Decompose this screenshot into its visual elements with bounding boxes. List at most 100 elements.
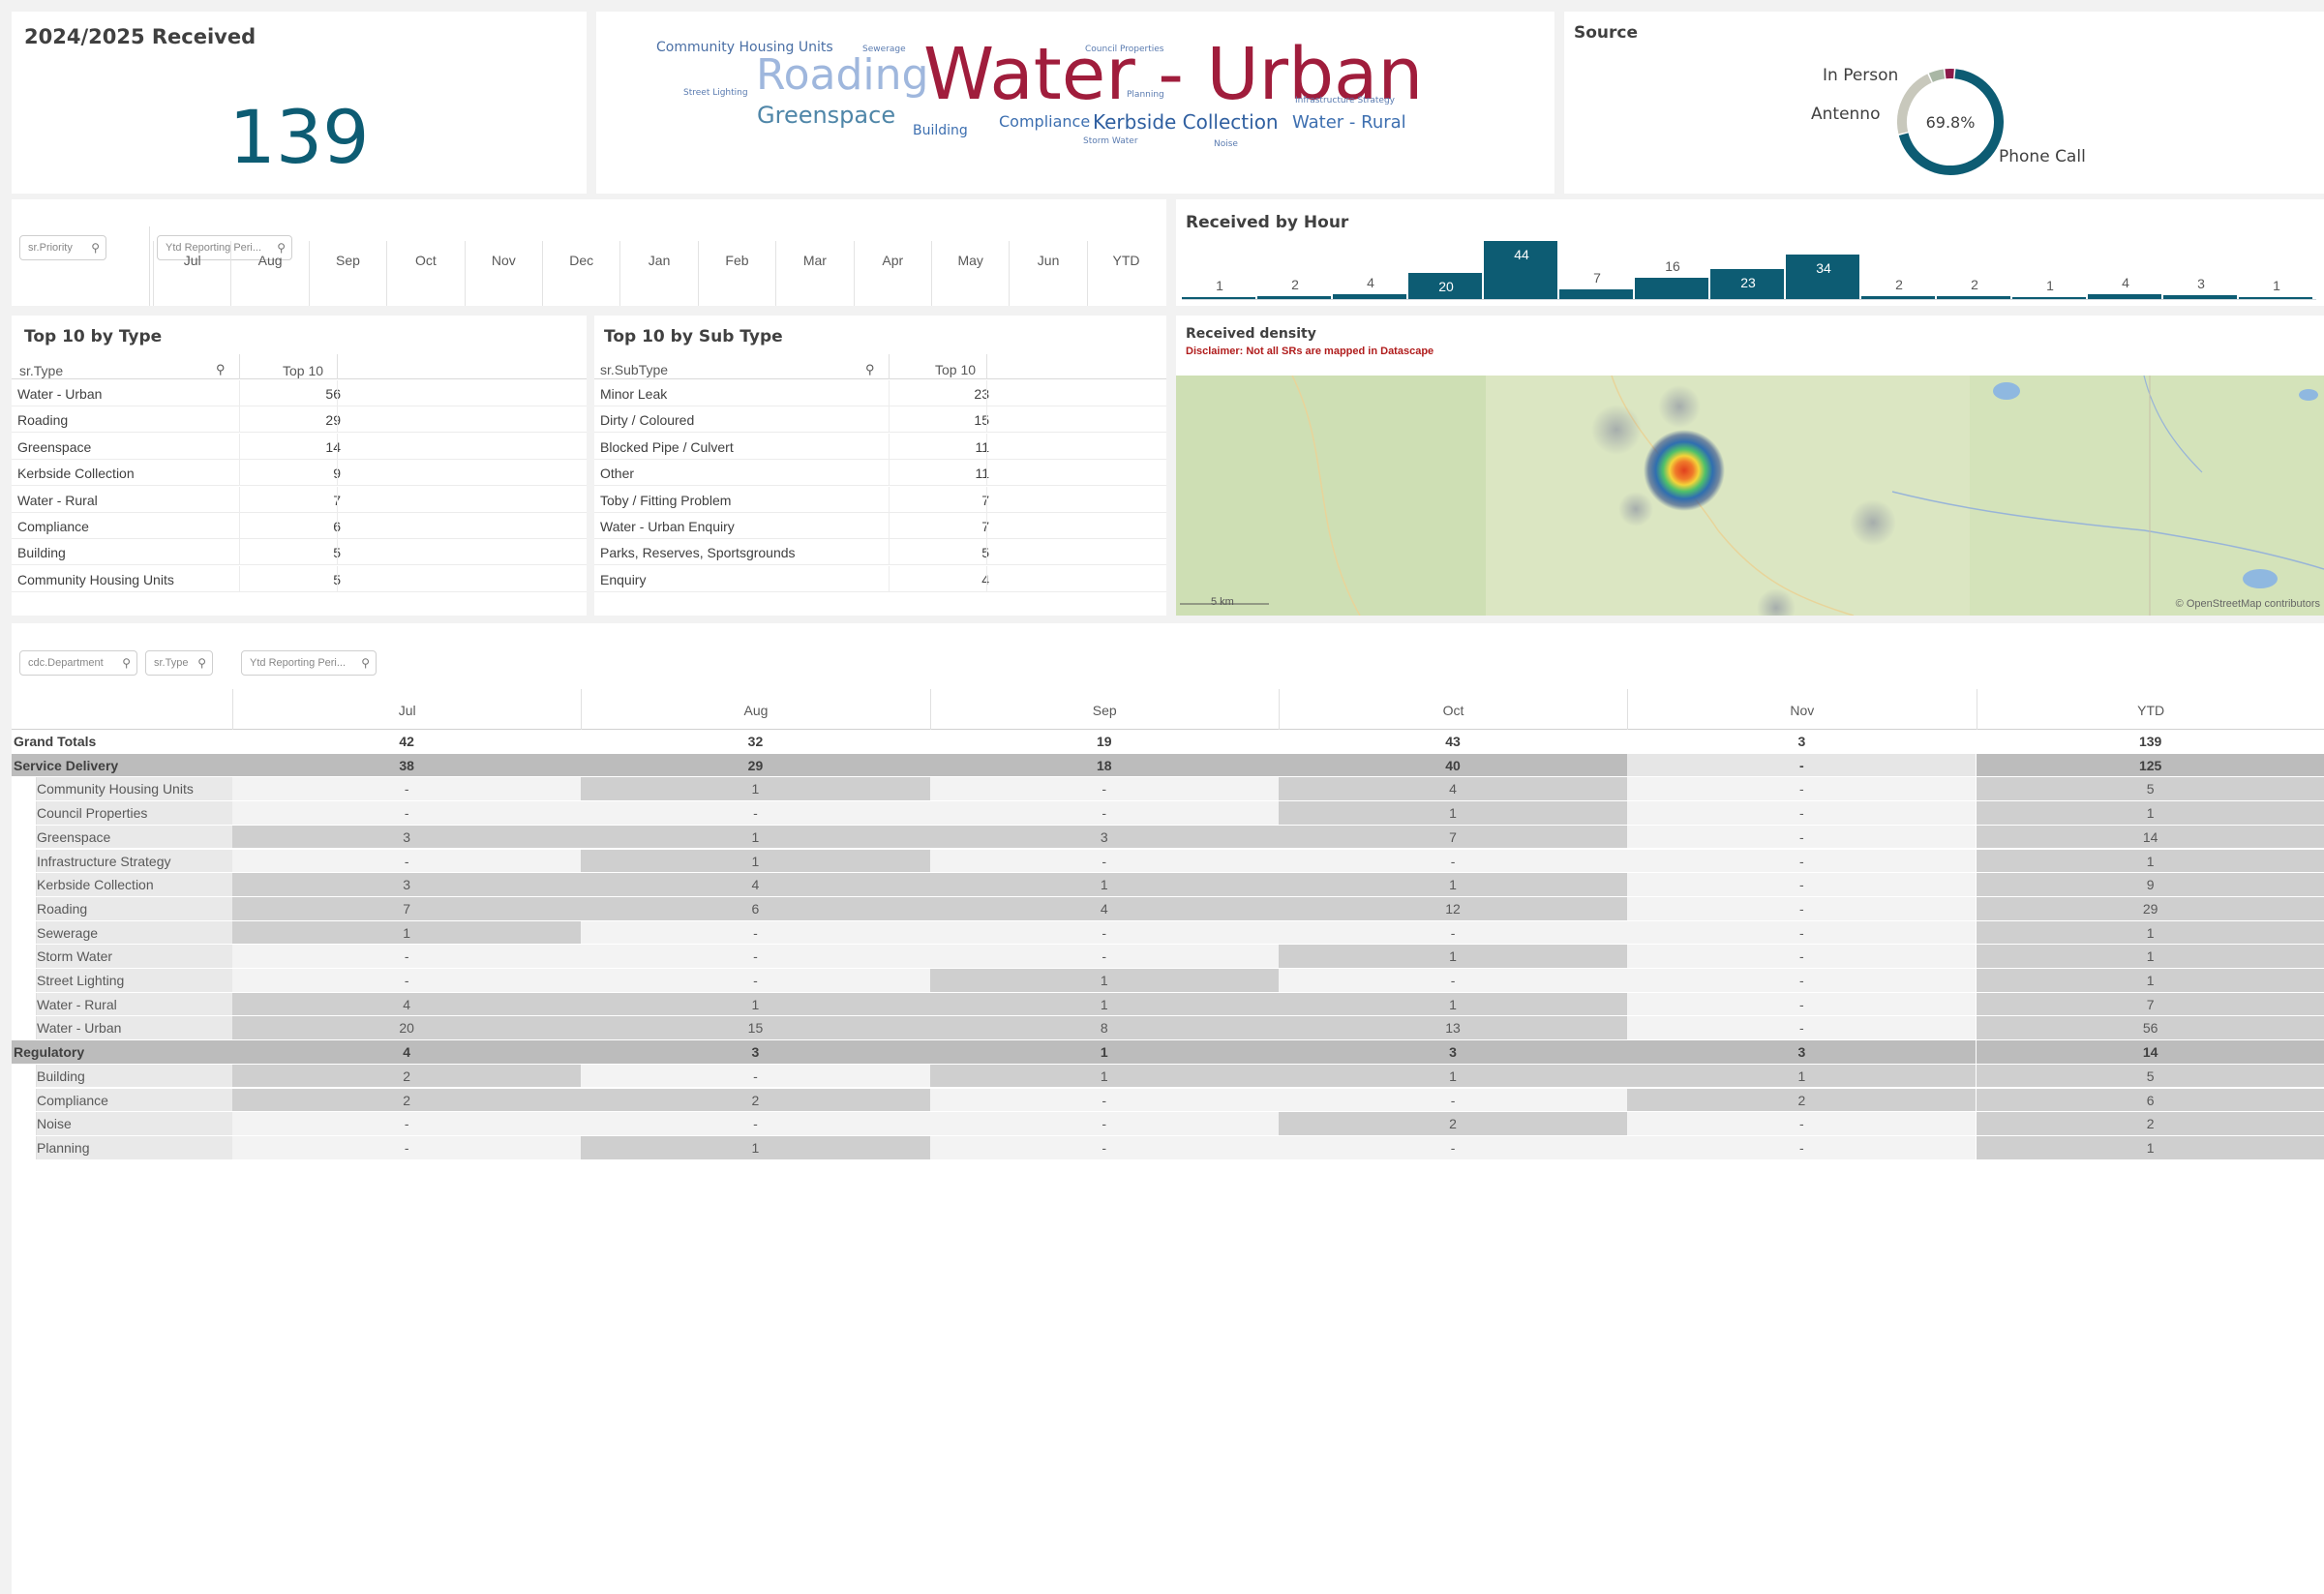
pivot-cell[interactable]: 7 — [232, 896, 582, 921]
top10-type-panel[interactable]: Top 10 by Type sr.Type ⚲ Top 10 Water - … — [12, 316, 587, 616]
pivot-cell[interactable]: - — [1627, 777, 1977, 802]
top10-row[interactable]: Roading 29 — [12, 406, 587, 434]
top10-row[interactable]: Greenspace 14 — [12, 433, 587, 460]
pivot-cell[interactable]: 1 — [929, 873, 1279, 897]
pivot-cell[interactable]: 5 — [1976, 1064, 2324, 1089]
pivot-cell[interactable]: 1 — [1976, 1135, 2324, 1160]
pivot-panel[interactable]: cdc.Department ⚲ sr.Type ⚲ Ytd Reporting… — [12, 623, 2324, 1594]
pivot-cell[interactable]: 8 — [929, 1016, 1279, 1041]
pivot-cell[interactable]: 14 — [1976, 825, 2324, 850]
pivot-cell[interactable]: 1 — [1976, 801, 2324, 826]
pivot-cell[interactable]: 2 — [1278, 1112, 1628, 1136]
word-cloud-word[interactable]: Compliance — [999, 114, 1090, 130]
top10-type-col-name[interactable]: sr.Type — [19, 363, 63, 378]
month-option[interactable]: Jun — [1009, 241, 1086, 306]
pivot-row[interactable]: Storm Water - - -1-1 — [12, 945, 2324, 969]
pivot-cell[interactable]: 1 — [1278, 945, 1628, 969]
top10-row[interactable]: Toby / Fitting Problem 7 — [594, 486, 1166, 513]
pivot-cell[interactable]: - — [1278, 969, 1628, 993]
pivot-row[interactable]: Building 2-1 1 1 5 — [12, 1064, 2324, 1089]
pivot-column-header[interactable]: Nov — [1627, 689, 1976, 730]
top10-row[interactable]: Kerbside Collection9 — [12, 460, 587, 487]
pivot-cell[interactable]: 4 — [232, 1040, 582, 1065]
pivot-cell[interactable]: 1 — [581, 992, 930, 1017]
pivot-cell[interactable]: - — [929, 945, 1279, 969]
pivot-cell[interactable]: 3 — [1627, 730, 1977, 754]
pivot-cell[interactable]: 32 — [581, 730, 930, 754]
pivot-cell[interactable]: 4 — [1278, 777, 1628, 802]
pivot-cell[interactable]: 7 — [1278, 825, 1628, 850]
pivot-cell[interactable]: - — [232, 1135, 582, 1160]
pivot-cell[interactable]: - — [1278, 1135, 1628, 1160]
top10-row[interactable]: Community Housing Units5 — [12, 565, 587, 592]
pivot-cell[interactable]: - — [581, 1064, 930, 1089]
month-selector[interactable]: Jul Aug Sep Oct Nov Dec Jan Feb Mar Apr May Jun YTD — [153, 241, 1164, 306]
pivot-cell[interactable]: 3 — [232, 825, 582, 850]
pivot-row[interactable]: Infrastructure Strategy -1- - -1 — [12, 849, 2324, 874]
pivot-cell[interactable]: 15 — [581, 1016, 930, 1041]
pivot-cell[interactable]: 2 — [232, 1064, 582, 1089]
pivot-row[interactable]: Community Housing Units -1-4-5 — [12, 777, 2324, 802]
pivot-row[interactable]: Water - Rural 4 1 1 1-7 — [12, 992, 2324, 1017]
pivot-row[interactable]: Noise - - -2-2 — [12, 1112, 2324, 1136]
pivot-column-header[interactable]: Aug — [581, 689, 929, 730]
word-cloud-word[interactable]: Roading — [756, 54, 928, 97]
word-cloud-word[interactable]: Building — [913, 124, 968, 137]
pivot-cell[interactable]: 1 — [1976, 849, 2324, 874]
pivot-row[interactable]: Kerbside Collection 3 4 1 1-9 — [12, 873, 2324, 897]
top10-row[interactable]: Parks, Reserves, Sportsgrounds 5 — [594, 539, 1166, 566]
pivot-cell[interactable]: - — [1627, 801, 1977, 826]
word-cloud-word[interactable]: Greenspace — [757, 104, 895, 127]
pivot-cell[interactable]: - — [1627, 945, 1977, 969]
pivot-cell[interactable]: - — [1627, 1135, 1977, 1160]
pivot-cell[interactable]: - — [1627, 969, 1977, 993]
pivot-cell[interactable]: - — [929, 1135, 1279, 1160]
pivot-cell[interactable]: 9 — [1976, 873, 2324, 897]
pivot-cell[interactable]: 20 — [232, 1016, 582, 1041]
month-option[interactable]: May — [931, 241, 1009, 306]
pivot-cell[interactable]: 38 — [232, 753, 582, 778]
pivot-cell[interactable]: - — [929, 801, 1279, 826]
month-option[interactable]: YTD — [1086, 241, 1164, 306]
pivot-cell[interactable]: 1 — [1278, 801, 1628, 826]
pivot-cell[interactable]: 139 — [1976, 730, 2324, 754]
month-option[interactable]: Oct — [386, 241, 464, 306]
pivot-cell[interactable]: 19 — [929, 730, 1279, 754]
pivot-cell[interactable]: 1 — [1278, 873, 1628, 897]
pivot-cell[interactable]: 1 — [1976, 920, 2324, 946]
reporting-period-filter-2[interactable]: Ytd Reporting Peri... ⚲ — [241, 650, 377, 676]
pivot-cell[interactable]: 1 — [1976, 969, 2324, 993]
word-cloud-word[interactable]: Water - Rural — [1292, 114, 1406, 132]
word-cloud-word[interactable]: Planning — [1127, 91, 1164, 100]
pivot-cell[interactable]: 1 — [581, 825, 930, 850]
department-filter[interactable]: cdc.Department ⚲ — [19, 650, 137, 676]
top10-row[interactable]: Other 11 — [594, 460, 1166, 487]
pivot-cell[interactable]: 3 — [232, 873, 582, 897]
pivot-cell[interactable]: 2 — [232, 1088, 582, 1113]
priority-filter[interactable]: sr.Priority ⚲ — [19, 235, 106, 260]
pivot-row[interactable]: Greenspace 3 1 3 7-14 — [12, 825, 2324, 850]
top10-row[interactable]: Dirty / Coloured 15 — [594, 406, 1166, 434]
month-option[interactable]: Sep — [308, 241, 386, 306]
pivot-cell[interactable]: - — [581, 801, 930, 826]
pivot-cell[interactable]: 40 — [1278, 753, 1628, 778]
word-cloud-word[interactable]: Kerbside Collection — [1093, 112, 1279, 132]
top10-row[interactable]: Enquiry 4 — [594, 565, 1166, 592]
source-donut-chart[interactable]: 69.8% — [1892, 64, 2008, 180]
pivot-cell[interactable]: - — [1278, 1088, 1628, 1113]
pivot-cell[interactable]: 3 — [581, 1040, 930, 1065]
month-option[interactable]: Aug — [230, 241, 308, 306]
pivot-cell[interactable]: - — [1627, 849, 1977, 874]
pivot-cell[interactable]: 125 — [1976, 753, 2324, 778]
density-map[interactable]: 5 km © OpenStreetMap contributors — [1176, 376, 2324, 616]
pivot-column-header[interactable]: Oct — [1278, 689, 1627, 730]
source-panel[interactable]: Source In Person Antenno Phone Call 69.8… — [1564, 12, 2324, 194]
pivot-cell[interactable]: 1 — [1278, 1064, 1628, 1089]
pivot-cell[interactable]: - — [232, 849, 582, 874]
pivot-cell[interactable]: - — [581, 969, 930, 993]
pivot-cell[interactable]: 56 — [1976, 1016, 2324, 1041]
word-cloud-word[interactable]: Street Lighting — [683, 89, 748, 98]
pivot-cell[interactable]: - — [581, 920, 930, 946]
pivot-row[interactable]: Planning -1- - -1 — [12, 1135, 2324, 1160]
top10-row[interactable]: Compliance6 — [12, 513, 587, 539]
